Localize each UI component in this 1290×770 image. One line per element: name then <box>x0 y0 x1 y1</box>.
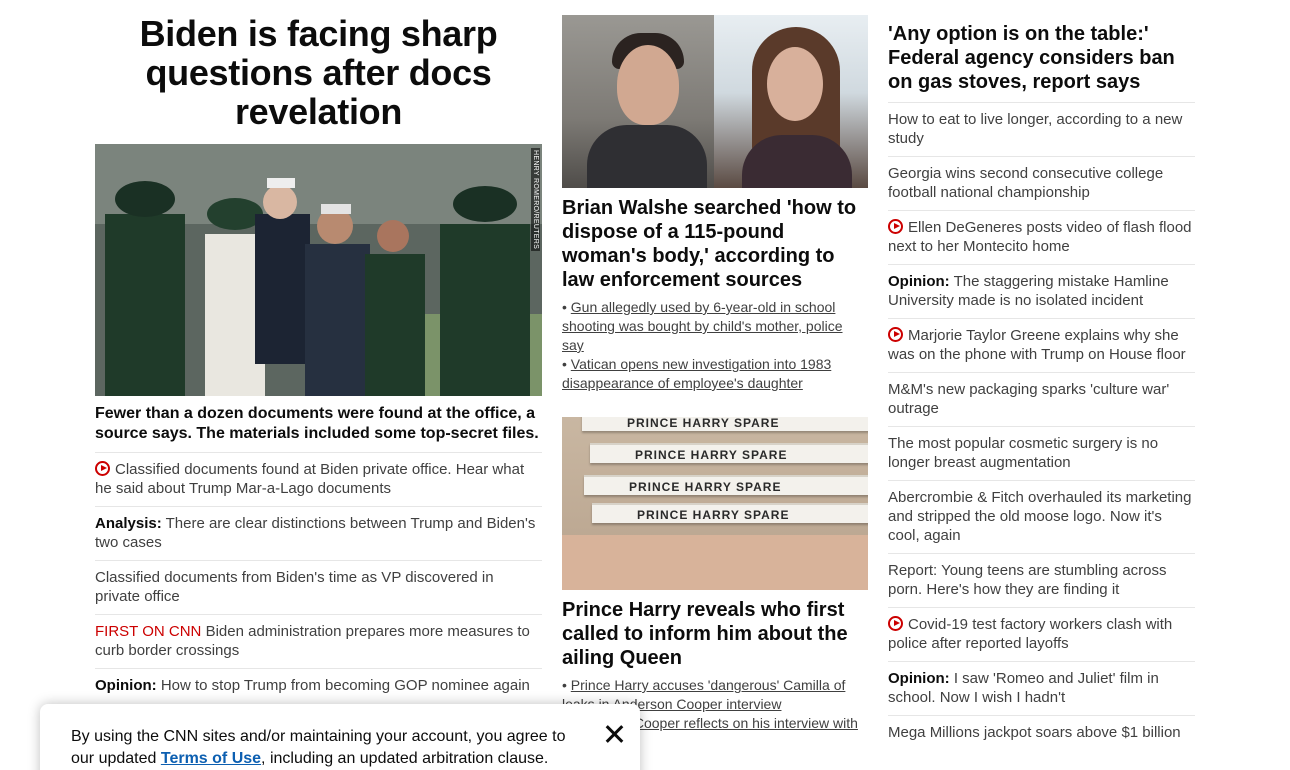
video-play-icon <box>95 461 110 476</box>
headline-text: Georgia wins second consecutive college … <box>888 165 1164 201</box>
list-item[interactable]: Abercrombie & Fitch overhauled its marke… <box>888 481 1195 554</box>
headline-text: Abercrombie & Fitch overhauled its marke… <box>888 489 1192 544</box>
related-link[interactable]: Vatican opens new investigation into 198… <box>562 356 831 391</box>
headline-text: Ellen DeGeneres posts video of flash flo… <box>888 219 1192 255</box>
list-item[interactable]: Ellen DeGeneres posts video of flash flo… <box>888 211 1195 265</box>
headline-text: Classified documents from Biden's time a… <box>95 569 494 605</box>
list-item[interactable]: The most popular cosmetic surgery is no … <box>888 427 1195 481</box>
list-item[interactable]: Opinion: How to stop Trump from becoming… <box>95 669 542 703</box>
headline-label: Analysis: <box>95 515 162 532</box>
image-credit: HENRY ROMERO/REUTERS <box>531 148 540 252</box>
book-spine: PRINCE HARRY SPARE <box>592 503 868 523</box>
terms-banner-text-end: , including an updated arbitration claus… <box>261 750 549 767</box>
book-spine: PRINCE HARRY SPARE <box>582 417 868 431</box>
list-item[interactable]: Marjorie Taylor Greene explains why she … <box>888 319 1195 373</box>
list-item[interactable]: Covid-19 test factory workers clash with… <box>888 608 1195 662</box>
list-item[interactable]: M&M's new packaging sparks 'culture war'… <box>888 373 1195 427</box>
list-item[interactable]: Classified documents from Biden's time a… <box>95 561 542 615</box>
list-item[interactable]: Georgia wins second consecutive college … <box>888 157 1195 211</box>
hero-image[interactable]: HENRY ROMERO/REUTERS <box>95 144 542 396</box>
headline-label: Opinion: <box>888 273 950 290</box>
book-spine: PRINCE HARRY SPARE <box>584 475 868 495</box>
list-item[interactable]: Opinion: The staggering mistake Hamline … <box>888 265 1195 319</box>
headline-text: How to stop Trump from becoming GOP nomi… <box>160 677 530 694</box>
photo-decor <box>742 135 852 188</box>
hero-photo-illustration <box>95 144 542 396</box>
walshe-story-image[interactable] <box>562 15 868 188</box>
hero-headline[interactable]: Biden is facing sharp questions after do… <box>95 14 542 131</box>
related-link-item: • Gun allegedly used by 6-year-old in sc… <box>562 299 843 353</box>
walshe-related-links: • Gun allegedly used by 6-year-old in sc… <box>562 298 868 393</box>
headline-text: Classified documents found at Biden priv… <box>95 461 525 497</box>
terms-of-use-link[interactable]: Terms of Use <box>161 750 261 767</box>
gas-stove-headline[interactable]: 'Any option is on the table:' Federal ag… <box>888 22 1195 103</box>
list-item[interactable]: Classified documents found at Biden priv… <box>95 453 542 507</box>
list-item[interactable]: Mega Millions jackpot soars above $1 bil… <box>888 716 1195 750</box>
headline-text: There are clear distinctions between Tru… <box>95 515 536 551</box>
photo-decor <box>587 125 707 188</box>
close-icon[interactable] <box>602 722 626 746</box>
book-cover <box>562 535 868 590</box>
headline-text: How to eat to live longer, according to … <box>888 111 1183 147</box>
prince-harry-story-image[interactable]: PRINCE HARRY SPARE PRINCE HARRY SPARE PR… <box>562 417 868 590</box>
photo-decor <box>767 47 823 121</box>
right-column: 'Any option is on the table:' Federal ag… <box>888 0 1195 750</box>
list-item[interactable]: Opinion: I saw 'Romeo and Juliet' film i… <box>888 662 1195 716</box>
related-link-item: • Vatican opens new investigation into 1… <box>562 356 832 391</box>
video-play-icon <box>888 616 903 631</box>
headline-text: M&M's new packaging sparks 'culture war'… <box>888 381 1170 417</box>
headline-text: Report: Young teens are stumbling across… <box>888 562 1167 598</box>
terms-banner: By using the CNN sites and/or maintainin… <box>40 704 640 770</box>
video-play-icon <box>888 327 903 342</box>
headline-label: Opinion: <box>888 670 950 687</box>
hero-summary[interactable]: Fewer than a dozen documents were found … <box>95 404 542 453</box>
list-item[interactable]: Report: Young teens are stumbling across… <box>888 554 1195 608</box>
related-link[interactable]: Gun allegedly used by 6-year-old in scho… <box>562 299 843 353</box>
video-play-icon <box>888 219 903 234</box>
list-item[interactable]: FIRST ON CNN Biden administration prepar… <box>95 615 542 669</box>
headline-text: Marjorie Taylor Greene explains why she … <box>888 327 1186 363</box>
headline-label: Opinion: <box>95 677 157 694</box>
headline-text: Mega Millions jackpot soars above $1 bil… <box>888 724 1181 741</box>
first-on-cnn-label: FIRST ON CNN <box>95 623 202 640</box>
photo-decor <box>617 45 679 125</box>
book-spine: PRINCE HARRY SPARE <box>590 443 868 463</box>
walshe-headline[interactable]: Brian Walshe searched 'how to dispose of… <box>562 196 868 292</box>
prince-harry-headline[interactable]: Prince Harry reveals who first called to… <box>562 598 868 670</box>
list-item[interactable]: Analysis: There are clear distinctions b… <box>95 507 542 561</box>
left-column: Biden is facing sharp questions after do… <box>95 0 542 703</box>
list-item[interactable]: How to eat to live longer, according to … <box>888 103 1195 157</box>
middle-column: Brian Walshe searched 'how to dispose of… <box>562 0 868 752</box>
headline-text: Covid-19 test factory workers clash with… <box>888 616 1173 652</box>
headline-text: The most popular cosmetic surgery is no … <box>888 435 1159 471</box>
